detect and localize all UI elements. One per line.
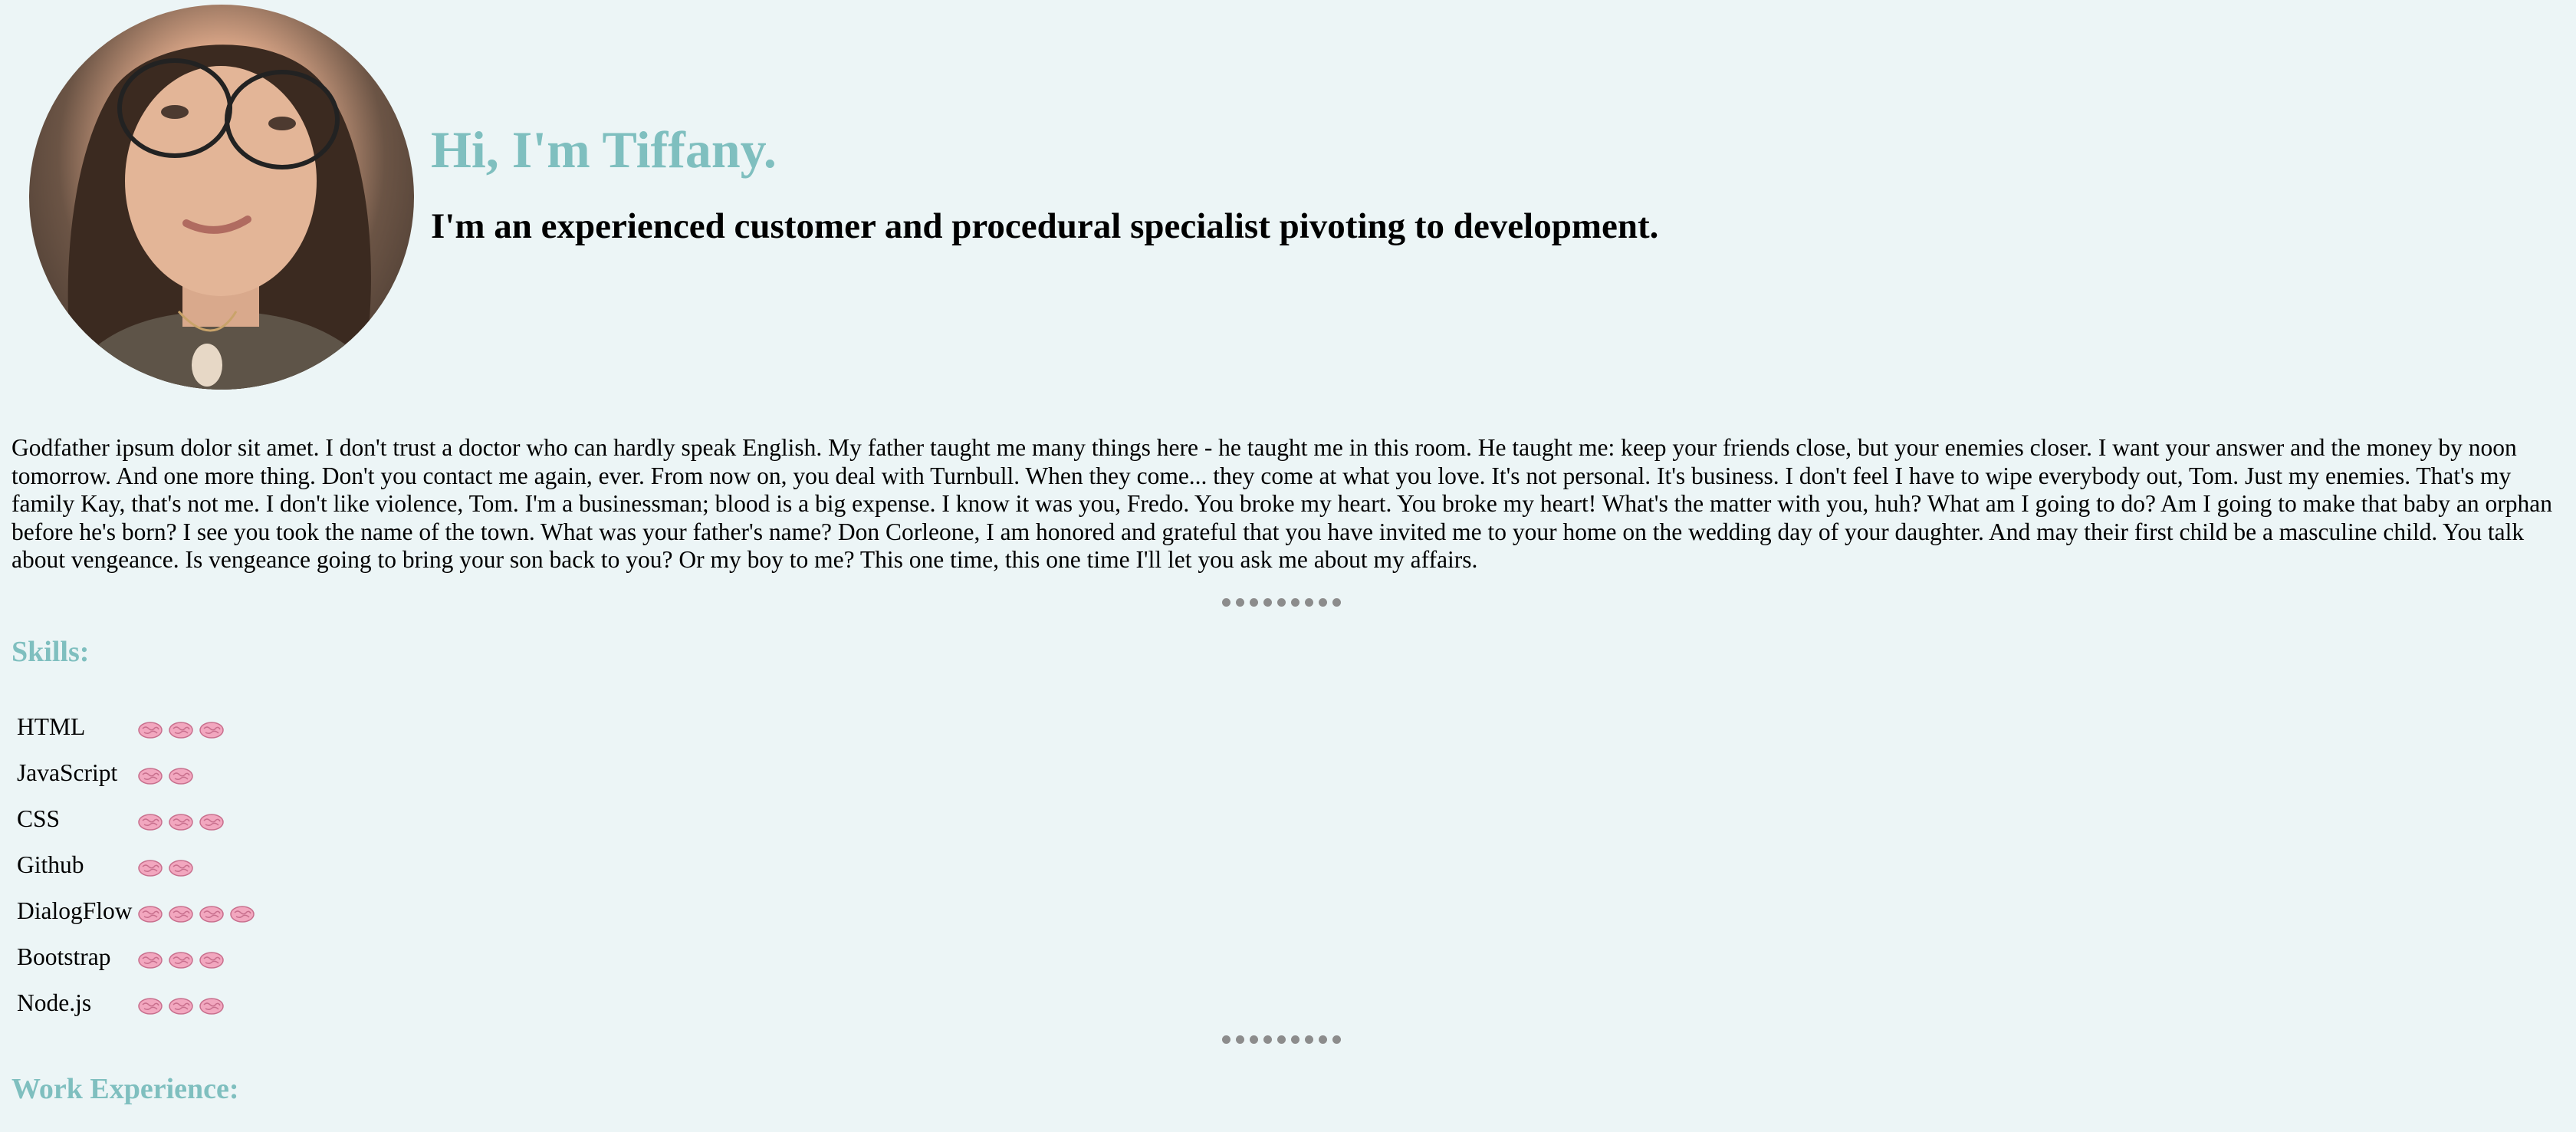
- tagline-heading: I'm an experienced customer and procedur…: [431, 206, 1659, 246]
- brain-icon: [168, 810, 194, 831]
- skill-rating: [136, 796, 258, 842]
- skill-rating: [136, 842, 258, 888]
- brain-icon: [137, 810, 163, 831]
- skills-table: HTML JavaScript CSS Github DialogFlow Bootstr…: [15, 704, 258, 1026]
- brain-icon: [137, 856, 163, 877]
- skill-row: JavaScript: [15, 750, 258, 796]
- skill-name: DialogFlow: [17, 897, 133, 924]
- skill-row: CSS: [15, 796, 258, 842]
- brain-icon: [199, 902, 225, 923]
- bio-paragraph: Godfather ipsum dolor sit amet. I don't …: [12, 434, 2553, 573]
- brain-icon: [199, 948, 225, 969]
- skill-rating: [136, 750, 258, 796]
- page: Hi, I'm Tiffany. I'm an experienced cust…: [0, 0, 2576, 1132]
- brain-icon: [168, 948, 194, 969]
- profile-photo: [29, 5, 414, 390]
- skill-rating: [136, 888, 258, 934]
- skill-name: Bootstrap: [17, 943, 111, 970]
- brain-icon: [199, 718, 225, 739]
- skill-name: JavaScript: [17, 759, 118, 786]
- brain-icon: [137, 994, 163, 1015]
- skill-name: Github: [17, 851, 84, 878]
- brain-icon: [168, 994, 194, 1015]
- brain-icon: [137, 948, 163, 969]
- skills-heading: Skills:: [12, 636, 90, 668]
- skill-name: CSS: [17, 805, 61, 832]
- brain-icon: [168, 764, 194, 785]
- brain-icon: [137, 902, 163, 923]
- brain-icon: [199, 994, 225, 1015]
- skill-row: HTML: [15, 704, 258, 750]
- work-experience-heading: Work Experience:: [12, 1073, 239, 1105]
- skill-row: Node.js: [15, 980, 258, 1026]
- skill-name: Node.js: [17, 989, 92, 1016]
- brain-icon: [168, 856, 194, 877]
- skill-rating: [136, 980, 258, 1026]
- section-divider: [1222, 598, 1341, 607]
- brain-icon: [199, 810, 225, 831]
- skill-name: HTML: [17, 713, 86, 740]
- skill-row: DialogFlow: [15, 888, 258, 934]
- greeting-heading: Hi, I'm Tiffany.: [431, 120, 777, 179]
- skill-rating: [136, 704, 258, 750]
- brain-icon: [137, 764, 163, 785]
- brain-icon: [137, 718, 163, 739]
- brain-icon: [168, 902, 194, 923]
- brain-icon: [229, 902, 255, 923]
- skill-rating: [136, 934, 258, 980]
- section-divider: [1222, 1035, 1341, 1044]
- skill-row: Github: [15, 842, 258, 888]
- profile-header: Hi, I'm Tiffany. I'm an experienced cust…: [29, 5, 1658, 390]
- header-text: Hi, I'm Tiffany. I'm an experienced cust…: [431, 119, 1658, 248]
- brain-icon: [168, 718, 194, 739]
- skill-row: Bootstrap: [15, 934, 258, 980]
